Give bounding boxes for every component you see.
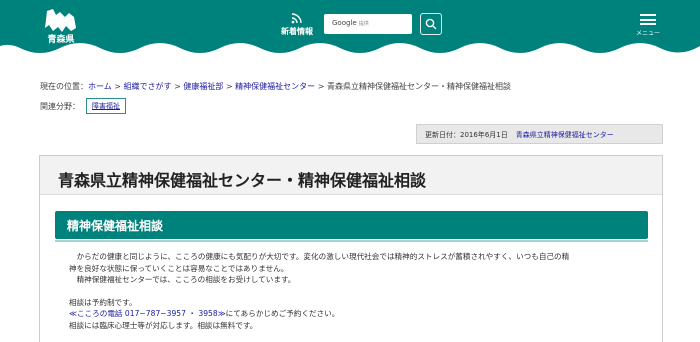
news-label: 新着情報 [281,27,313,36]
update-org-link[interactable]: 青森県立精神保健福祉センター [516,131,614,139]
breadcrumb-current: 青森県立精神保健福祉センター・精神保健福祉相談 [326,82,511,91]
breadcrumb-mental-health-center[interactable]: 精神保健福祉センター [235,82,315,91]
related-tag-disability-welfare[interactable]: 障害福祉 [86,98,126,114]
update-date-bar: 更新日付：2016年6月1日 青森県立精神保健福祉センター [416,124,663,144]
related-fields: 関連分野： 障害福祉 [40,98,126,114]
news-link[interactable]: 新着情報 [276,12,318,37]
search-icon [425,18,437,30]
body-text: からだの健康と同じように、こころの健康にも気配りが大切です。変化の激しい現代社会… [69,251,639,331]
main-content: 青森県立精神保健福祉センター・精神保健福祉相談 精神保健福祉相談 からだの健康と… [39,155,663,342]
breadcrumb: 現在の位置：ホーム > 組織でさがす > 健康福祉部 > 精神保健福祉センター … [40,82,511,91]
search-input[interactable]: Google 提供 [324,14,412,34]
paragraph-line: 神を良好な状態に保っていくことは容易なことではありません。 [69,263,289,273]
paragraph-line: ≪こころの電話 017−787−3957 ・ 3958≫にてあらかじめご予約くだ… [69,309,340,318]
paragraph-line: 相談には臨床心理士等が対応します。相談は無料です。 [69,320,258,330]
menu-label: メニュー [635,30,660,37]
phone-link[interactable]: ≪こころの電話 017−787−3957 ・ 3958≫ [69,309,226,318]
breadcrumb-organization[interactable]: 組織でさがす [124,82,172,91]
logo-text[interactable]: 青森県 [44,32,78,45]
paragraph-line: からだの健康と同じように、こころの健康にも気配りが大切です。変化の激しい現代社会… [76,252,570,261]
title-band: 青森県立精神保健福祉センター・精神保健福祉相談 [40,156,662,195]
related-label: 関連分野： [40,101,80,111]
hamburger-icon [640,14,656,25]
section-heading: 精神保健福祉相談 [55,211,648,242]
search-sub-label: 提供 [358,21,369,27]
site-header: 青森県 新着情報 Google 提供 メニュー [0,0,700,62]
paragraph-line: 精神保健福祉センターでは、こころの相談をお受けしています。 [76,275,296,284]
paragraph-line: 相談は予約制です。 [69,297,137,307]
page-title: 青森県立精神保健福祉センター・精神保健福祉相談 [58,171,427,190]
search-button[interactable] [420,13,442,35]
breadcrumb-health-welfare[interactable]: 健康福祉部 [183,82,223,91]
search-google-label: Google [332,19,357,27]
menu-button[interactable]: メニュー [634,14,662,37]
breadcrumb-home[interactable]: ホーム [88,82,112,91]
breadcrumb-prefix: 現在の位置： [40,82,88,91]
rss-icon [291,13,302,24]
update-date: 更新日付：2016年6月1日 [425,131,508,139]
